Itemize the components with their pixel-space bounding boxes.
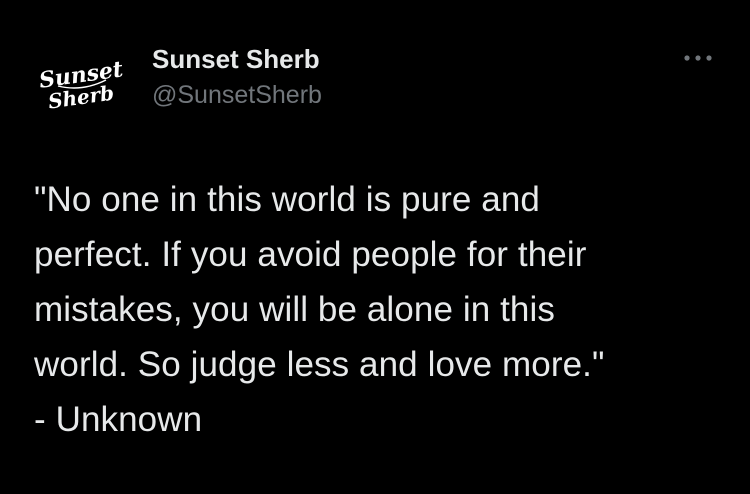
sunset-sherb-logo: Sunset Sherb	[35, 41, 129, 135]
tweet-text: "No one in this world is pure and perfec…	[34, 180, 605, 439]
author-name[interactable]: Sunset Sherb	[152, 44, 320, 75]
more-options-button[interactable]	[676, 42, 720, 74]
tweet-card: Sunset Sherb Sunset Sherb @SunsetSherb "…	[0, 0, 750, 494]
avatar[interactable]: Sunset Sherb	[34, 40, 130, 136]
author-handle[interactable]: @SunsetSherb	[152, 81, 322, 110]
more-horizontal-icon	[684, 55, 712, 61]
